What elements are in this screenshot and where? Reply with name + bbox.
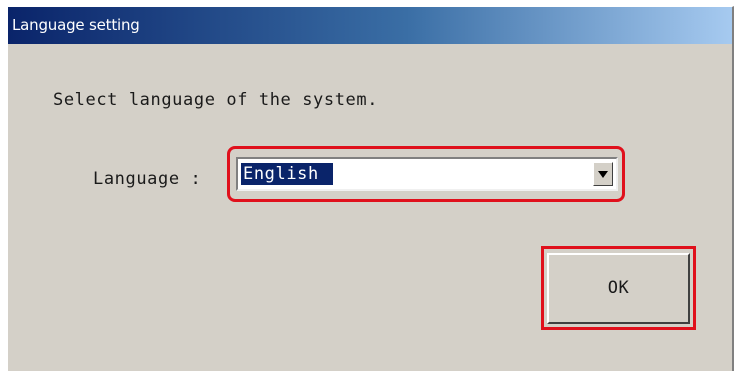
ok-button[interactable]: OK xyxy=(547,253,690,324)
dialog-title: Language setting xyxy=(8,7,732,44)
chevron-down-icon[interactable] xyxy=(593,162,613,186)
language-select[interactable]: English xyxy=(236,157,618,191)
language-label: Language : xyxy=(93,169,202,189)
language-selected-value: English xyxy=(241,163,333,185)
dialog-prompt: Select language of the system. xyxy=(53,90,379,110)
